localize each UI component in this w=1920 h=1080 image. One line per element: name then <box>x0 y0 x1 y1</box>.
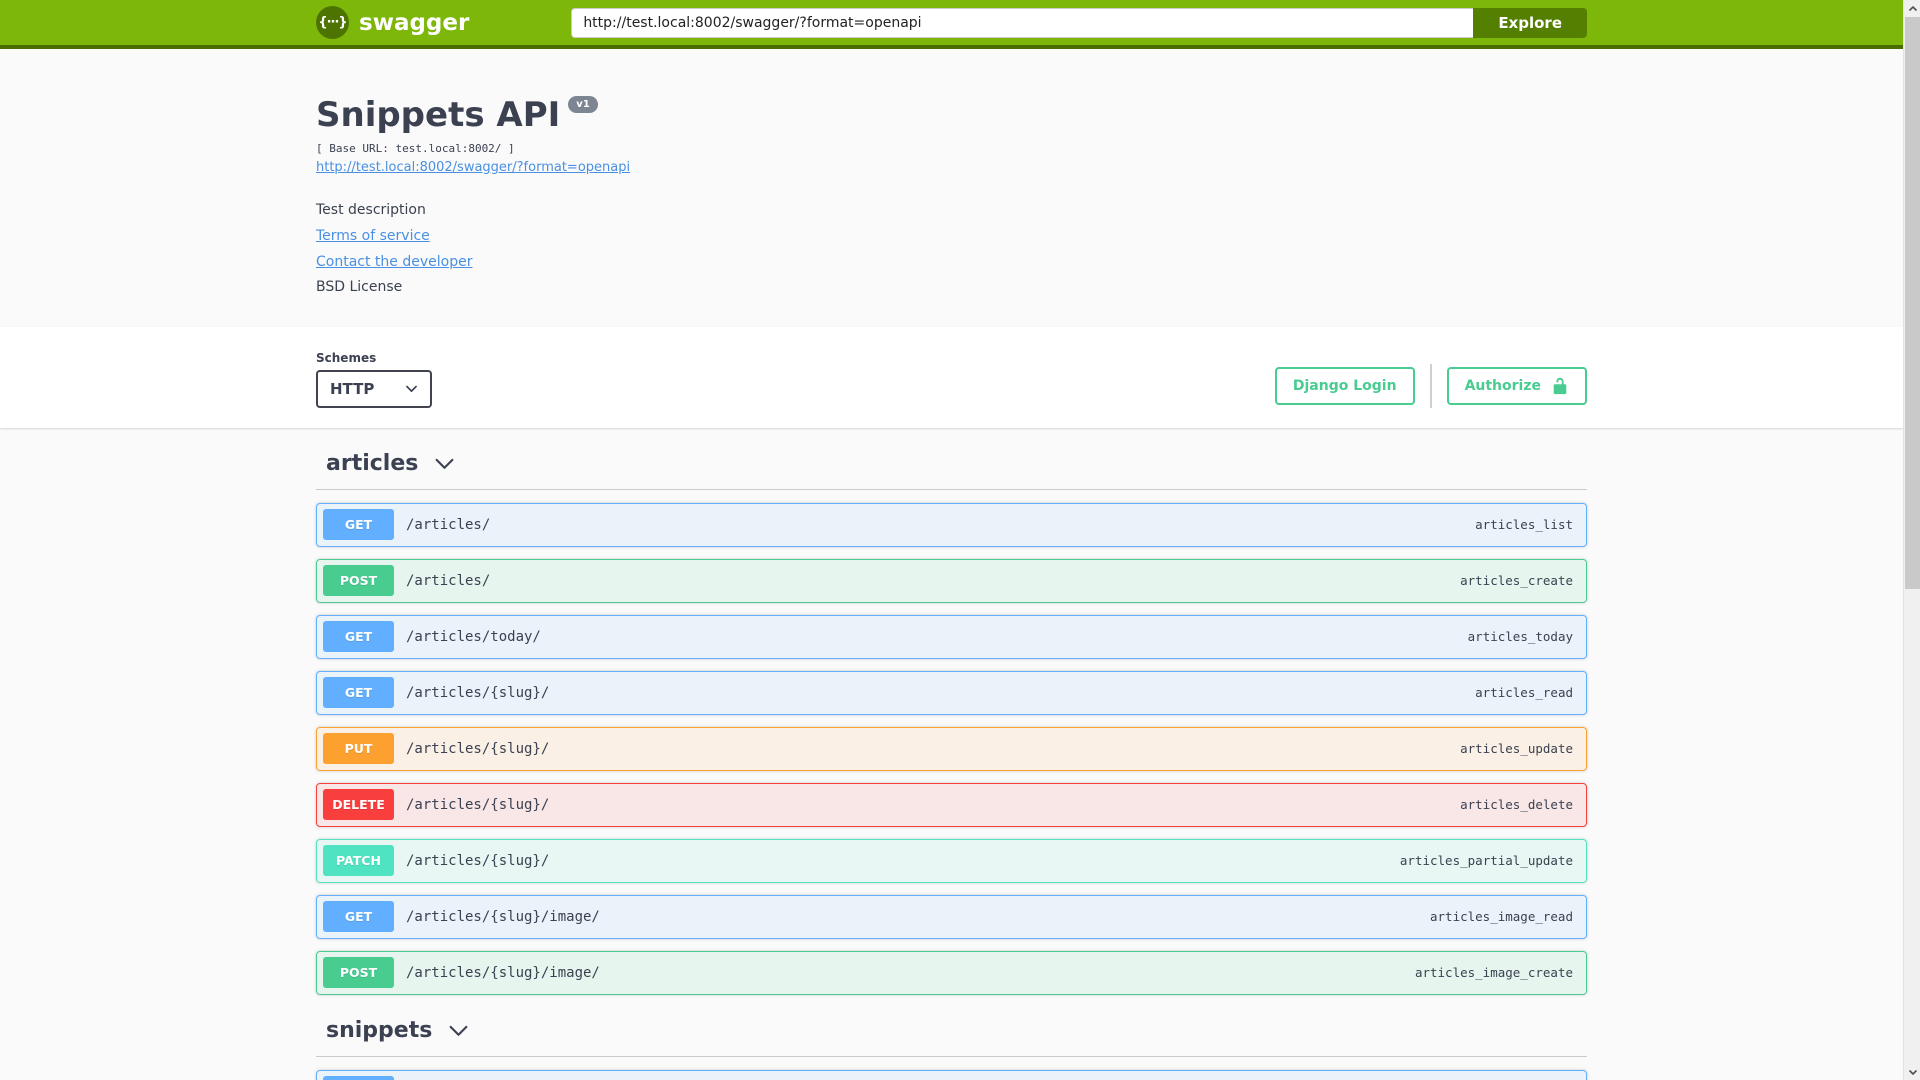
auth-wrapper: Django Login Authorize <box>1274 363 1587 408</box>
operation-row[interactable]: DELETE /articles/{slug}/ articles_delete <box>316 782 1587 827</box>
authorize-button[interactable]: Authorize <box>1446 366 1587 405</box>
tag-header-articles[interactable]: articles <box>316 443 1587 490</box>
scheme-select[interactable]: HTTP <box>316 369 432 408</box>
tag-title: articles <box>326 450 419 476</box>
operation-row[interactable]: GET /snippets/ snippets_list <box>316 1069 1587 1080</box>
operation-id: articles_update <box>1460 741 1573 756</box>
operation-row[interactable]: GET /articles/today/ articles_today <box>316 614 1587 659</box>
operation-path: /articles/{slug}/image/ <box>406 964 600 981</box>
info-section: Snippets API v1 [ Base URL: test.local:8… <box>0 49 1903 327</box>
license-text: BSD License <box>316 278 403 295</box>
api-description: Test description <box>316 201 426 218</box>
operation-path: /articles/{slug}/ <box>406 852 550 869</box>
tag-section: snippets GET /snippets/ snippets_list <box>316 1010 1587 1080</box>
operation-id: articles_create <box>1460 573 1573 588</box>
chevron-up-icon <box>1908 5 1917 11</box>
scrollbar[interactable] <box>1903 0 1920 1080</box>
authorize-label: Authorize <box>1464 377 1541 394</box>
method-badge: GET <box>323 901 394 932</box>
operation-row[interactable]: POST /articles/ articles_create <box>316 558 1587 603</box>
operation-path: /articles/ <box>406 572 491 589</box>
version-badge: v1 <box>568 96 598 113</box>
terms-of-service-link[interactable]: Terms of service <box>316 228 430 244</box>
scrollbar-thumb[interactable] <box>1905 17 1920 589</box>
scheme-container: Schemes HTTP Django Login Authorize <box>0 326 1903 428</box>
schemes-group: Schemes HTTP <box>316 351 432 408</box>
operation-row[interactable]: GET /articles/{slug}/image/ articles_ima… <box>316 894 1587 939</box>
page-title: Snippets API <box>316 95 561 135</box>
operation-id: articles_read <box>1475 685 1573 700</box>
operation-row[interactable]: GET /articles/{slug}/ articles_read <box>316 670 1587 715</box>
spec-url-input[interactable] <box>571 7 1474 38</box>
tag-title: snippets <box>326 1017 433 1043</box>
schemes-label: Schemes <box>316 350 377 365</box>
django-login-button[interactable]: Django Login <box>1274 366 1415 405</box>
operation-row[interactable]: POST /articles/{slug}/image/ articles_im… <box>316 950 1587 995</box>
scroll-up-button[interactable] <box>1904 0 1920 17</box>
operation-path: /articles/{slug}/ <box>406 684 550 701</box>
swagger-logo-icon <box>316 6 349 39</box>
topbar: swagger Explore <box>0 0 1903 49</box>
tag-section: articles GET /articles/ articles_list PO… <box>316 443 1587 995</box>
operation-id: articles_partial_update <box>1399 853 1573 868</box>
method-badge: GET <box>323 509 394 540</box>
operation-id: articles_today <box>1467 629 1573 644</box>
operation-row[interactable]: PATCH /articles/{slug}/ articles_partial… <box>316 838 1587 883</box>
chevron-down-icon <box>406 385 417 392</box>
operation-path: /articles/{slug}/ <box>406 796 550 813</box>
base-url-text: [ Base URL: test.local:8002/ ] <box>316 141 515 155</box>
auth-divider <box>1429 363 1432 408</box>
chevron-down-icon[interactable] <box>448 1020 469 1041</box>
operation-id: articles_delete <box>1460 797 1573 812</box>
operation-row[interactable]: GET /articles/ articles_list <box>316 502 1587 547</box>
method-badge: POST <box>323 957 394 988</box>
operation-id: articles_image_create <box>1414 965 1573 980</box>
spec-url-form: Explore <box>571 7 1587 38</box>
django-login-label: Django Login <box>1292 377 1397 394</box>
contact-developer-link[interactable]: Contact the developer <box>316 254 472 270</box>
operation-id: articles_list <box>1475 517 1573 532</box>
scroll-down-button[interactable] <box>1904 1063 1920 1080</box>
operation-path: /articles/today/ <box>406 628 541 645</box>
operations-list: GET /snippets/ snippets_list <box>316 1069 1587 1080</box>
operation-path: /articles/ <box>406 516 491 533</box>
unlock-icon <box>1553 377 1567 394</box>
explore-button[interactable]: Explore <box>1473 7 1587 38</box>
brand-name: swagger <box>359 9 470 36</box>
method-badge: POST <box>323 565 394 596</box>
method-badge: PUT <box>323 733 394 764</box>
method-badge: GET <box>323 621 394 652</box>
operation-row[interactable]: PUT /articles/{slug}/ articles_update <box>316 726 1587 771</box>
operations-container: articles GET /articles/ articles_list PO… <box>316 443 1587 1080</box>
tag-header-snippets[interactable]: snippets <box>316 1010 1587 1057</box>
method-badge: PATCH <box>323 845 394 876</box>
scheme-selected-value: HTTP <box>330 379 375 398</box>
operation-path: /articles/{slug}/ <box>406 740 550 757</box>
chevron-down-icon <box>1908 1069 1917 1075</box>
spec-link[interactable]: http://test.local:8002/swagger/?format=o… <box>316 160 630 175</box>
swagger-logo: swagger <box>316 6 469 39</box>
method-badge: GET <box>323 677 394 708</box>
method-badge: GET <box>323 1076 394 1080</box>
method-badge: DELETE <box>323 789 394 820</box>
operation-path: /articles/{slug}/image/ <box>406 908 600 925</box>
operations-list: GET /articles/ articles_list POST /artic… <box>316 502 1587 995</box>
chevron-down-icon[interactable] <box>434 453 455 474</box>
operation-id: articles_image_read <box>1430 909 1573 924</box>
